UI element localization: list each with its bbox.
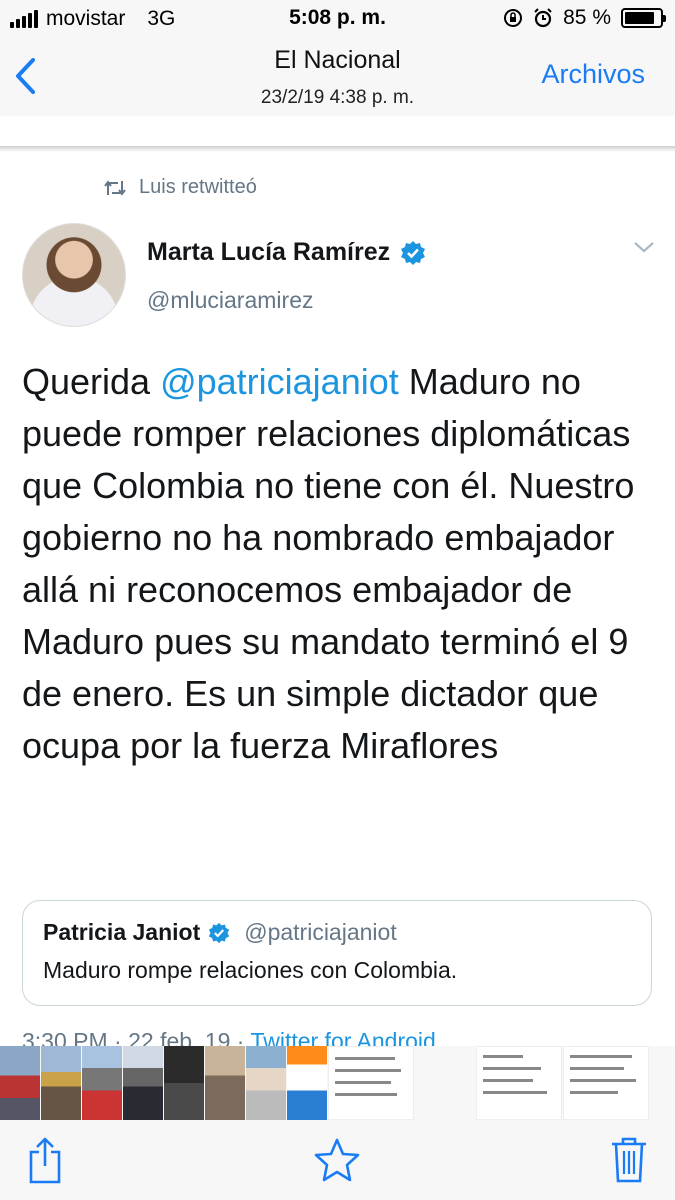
verified-badge-icon [209, 922, 230, 943]
tweet-mention: @patriciajaniot [160, 361, 399, 402]
chevron-down-icon [634, 242, 654, 253]
quoted-author-handle: @patriciajaniot [244, 919, 397, 945]
author-name-row: Marta Lucía Ramírez [147, 238, 426, 267]
retweet-label: Luis retwitteó [139, 176, 257, 198]
thumbnail[interactable] [563, 1046, 649, 1120]
quoted-author-row: Patricia Janiot @patriciajaniot [43, 919, 397, 946]
author-handle: @mluciaramirez [147, 287, 314, 313]
share-button[interactable] [20, 1134, 70, 1186]
status-right: 85 % [503, 6, 666, 30]
thumbnail[interactable] [287, 1046, 327, 1120]
tweet-text-start: Querida [22, 361, 161, 402]
tweet-text: Querida @patriciajaniot Maduro no puede … [22, 356, 662, 772]
quoted-tweet: Patricia Janiot @patriciajaniot Maduro r… [22, 900, 652, 1006]
battery-icon [621, 8, 666, 28]
rotation-lock-icon [504, 9, 523, 27]
thumbnail-gap [415, 1046, 475, 1120]
alarm-icon [534, 8, 552, 28]
thumbnail[interactable] [123, 1046, 163, 1120]
thumbnail-strip[interactable] [0, 1046, 675, 1120]
star-icon [314, 1138, 360, 1182]
thumbnail[interactable] [41, 1046, 81, 1120]
delete-button[interactable] [604, 1134, 654, 1186]
thumbnail[interactable] [246, 1046, 286, 1120]
avatar [22, 223, 126, 327]
tweet-text-rest: Maduro no puede romper relaciones diplom… [22, 361, 635, 766]
thumbnail[interactable] [205, 1046, 245, 1120]
share-icon [29, 1137, 61, 1184]
quoted-text: Maduro rompe relaciones con Colombia. [43, 957, 458, 983]
photo-view[interactable]: Luis retwitteó Marta Lucía Ramírez @mluc… [0, 116, 675, 1046]
more-options [633, 240, 655, 259]
retweet-context: Luis retwitteó [103, 176, 257, 199]
battery-percent: 85 % [563, 6, 611, 29]
thumbnail[interactable] [476, 1046, 562, 1120]
bottom-toolbar [0, 1120, 675, 1200]
verified-badge-icon [401, 240, 426, 265]
archives-button[interactable]: Archivos [541, 59, 645, 90]
thumbnail[interactable] [164, 1046, 204, 1120]
retweet-icon [104, 179, 126, 196]
quoted-author-name: Patricia Janiot [43, 919, 201, 945]
navigation-bar: El Nacional 23/2/19 4:38 p. m. Archivos [0, 38, 675, 116]
tweet-source: Twitter for Android [250, 1028, 436, 1046]
photo-date: 23/2/19 4:38 p. m. [260, 87, 415, 108]
thumbnail[interactable] [82, 1046, 122, 1120]
trash-icon [612, 1137, 646, 1183]
thumbnail[interactable] [328, 1046, 414, 1120]
favorite-button[interactable] [312, 1134, 362, 1186]
tweet-timestamp: 3:30 PM · 22 feb. 19 · [22, 1028, 251, 1046]
author-name: Marta Lucía Ramírez [147, 238, 391, 266]
thumbnail[interactable] [0, 1046, 40, 1120]
image-top-edge [0, 146, 675, 152]
status-bar: movistar 3G 5:08 p. m. 85 % [0, 0, 675, 38]
tweet-meta: 3:30 PM · 22 feb. 19 · Twitter for Andro… [22, 1028, 436, 1046]
